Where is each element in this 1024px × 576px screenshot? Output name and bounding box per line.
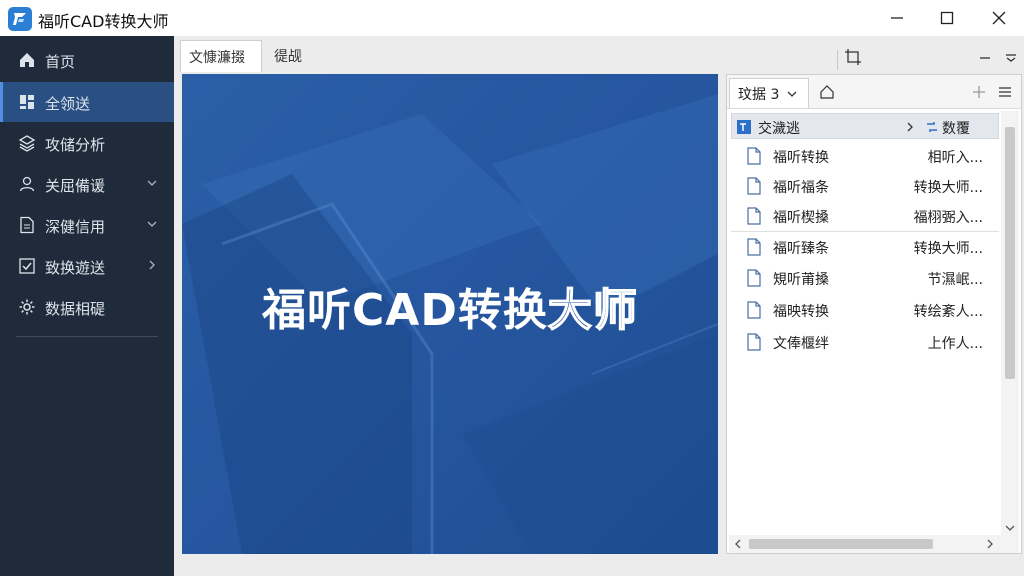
sidebar-item-data[interactable]: 数据相碮 [0,287,174,327]
maximize-button[interactable] [922,0,972,36]
horizontal-scrollbar[interactable] [729,535,1019,553]
column-left-label[interactable]: 交濊逃 [758,118,800,138]
banner-title: 福听CAD转换大师 [262,274,638,338]
chevron-down-icon [147,180,157,186]
list-item[interactable]: 䂓听莆搡 节濕岷... [731,263,999,293]
scroll-right-arrow-icon[interactable] [985,539,995,549]
menu-icon[interactable] [997,84,1013,100]
minimize-panel-icon[interactable] [976,48,994,66]
item-meta: 节濕岷... [927,272,983,288]
chevron-down-icon [787,91,797,97]
horizontal-scroll-thumb[interactable] [749,539,933,549]
list-item[interactable]: 福听臻条 转换大师... [731,231,999,261]
grid-icon [20,95,34,109]
item-meta: 转换大师... [913,241,983,257]
sidebar-item-label: 全领送 [45,95,91,113]
user-icon [19,176,35,192]
layers-icon [18,135,36,152]
data-panel: 玟据 3 交濊逃 数覆 福听转换 相听入... 福听福条 转换大师... 福听楔… [726,74,1022,554]
sidebar-item-home[interactable]: 首页 [0,40,174,80]
item-name: 䂓听莆搡 [773,272,829,288]
panel-tab[interactable]: 玟据 3 [729,78,809,108]
crop-icon[interactable] [844,48,862,66]
chevron-right-icon[interactable] [902,119,918,135]
add-icon[interactable] [971,84,987,100]
scroll-left-arrow-icon[interactable] [733,539,743,549]
file-icon [747,333,761,351]
file-icon [747,269,761,287]
link-icon [927,122,937,132]
sidebar-divider [16,336,158,337]
file-icon [747,238,761,256]
main-area: 文慷濂掇 徥觇 福听CAD转换大师 玟据 3 交濊逃 数覆 福听转换 相听入..… [174,36,1024,576]
item-name: 福听转换 [773,150,829,166]
sidebar-item-label: 首页 [45,53,76,71]
sidebar-item-label: 深健信用 [45,218,106,236]
item-name: 福听楔搡 [773,210,829,226]
item-meta: 福栩弻入... [913,210,983,226]
panel-header: 玟据 3 [727,75,1021,109]
file-icon [747,301,761,319]
sidebar-item-label: 数据相碮 [45,300,106,318]
gear-icon [19,299,35,315]
column-right-label[interactable]: 数覆 [942,118,970,138]
list-item[interactable]: 福听福条 转换大师... [731,171,999,201]
sidebar-item-label: 致换遊送 [45,259,106,277]
banner-title-solid: 福听CAD转换 [262,285,548,336]
sidebar-item-all[interactable]: 全领送 [0,82,174,122]
item-meta: 相听入... [927,150,983,166]
expand-down-icon[interactable] [1002,48,1020,66]
close-button[interactable] [974,0,1024,36]
item-meta: 转换大师... [913,180,983,196]
vertical-scrollbar[interactable] [1001,111,1019,537]
sidebar-item-label: 关屈備谖 [45,177,106,195]
file-icon [747,207,761,225]
item-name: 福听福条 [773,180,829,196]
panel-tab-label: 玟据 3 [738,86,780,103]
list-item[interactable]: 福映转换 转绘紊人... [731,295,999,325]
sidebar-item-label: 攻储分析 [45,136,106,154]
sidebar-item-credit[interactable]: 深健信用 [0,205,174,245]
item-meta: 转绘紊人... [913,304,983,320]
list-item[interactable]: 福听转换 相听入... [731,141,999,171]
tab-documents[interactable]: 文慷濂掇 [180,40,262,72]
splash-banner: 福听CAD转换大师 [182,74,718,554]
list-item[interactable]: 福听楔搡 福栩弻入... [731,201,999,231]
sidebar: 首页 全领送 攻储分析 关屈備谖 深健信用 致换遊送 数据相碮 [0,36,174,576]
title-bar: 福听CAD转换大师 [0,0,1024,36]
item-name: 福听臻条 [773,241,829,257]
chevron-down-icon [147,221,157,227]
home-icon [20,53,34,67]
vertical-scroll-thumb[interactable] [1005,127,1015,379]
table-icon [737,120,751,134]
banner-title-outline: 大师 [547,284,638,337]
file-icon [747,177,761,195]
item-name: 文俸椻绊 [773,336,829,352]
scroll-down-arrow-icon[interactable] [1005,523,1015,533]
chevron-right-icon [149,260,155,270]
list-item[interactable]: 文俸椻绊 上作人... [731,327,999,357]
home-outline-icon[interactable] [819,84,835,100]
column-header: 交濊逃 数覆 [731,113,999,139]
sidebar-item-users[interactable]: 关屈備谖 [0,164,174,204]
app-logo-icon [8,7,32,31]
window-title: 福听CAD转换大师 [38,12,169,31]
sidebar-item-delivery[interactable]: 致换遊送 [0,246,174,286]
toolbar-separator [837,50,838,70]
tab-view[interactable]: 徥觇 [266,40,316,72]
checkbox-icon [19,258,35,274]
item-meta: 上作人... [927,336,983,352]
document-tabs: 文慷濂掇 徥觇 [180,40,1016,72]
file-icon [747,147,761,165]
document-icon [20,216,34,234]
sidebar-item-analysis[interactable]: 攻储分析 [0,123,174,163]
minimize-button[interactable] [872,0,922,36]
item-name: 福映转换 [773,304,829,320]
